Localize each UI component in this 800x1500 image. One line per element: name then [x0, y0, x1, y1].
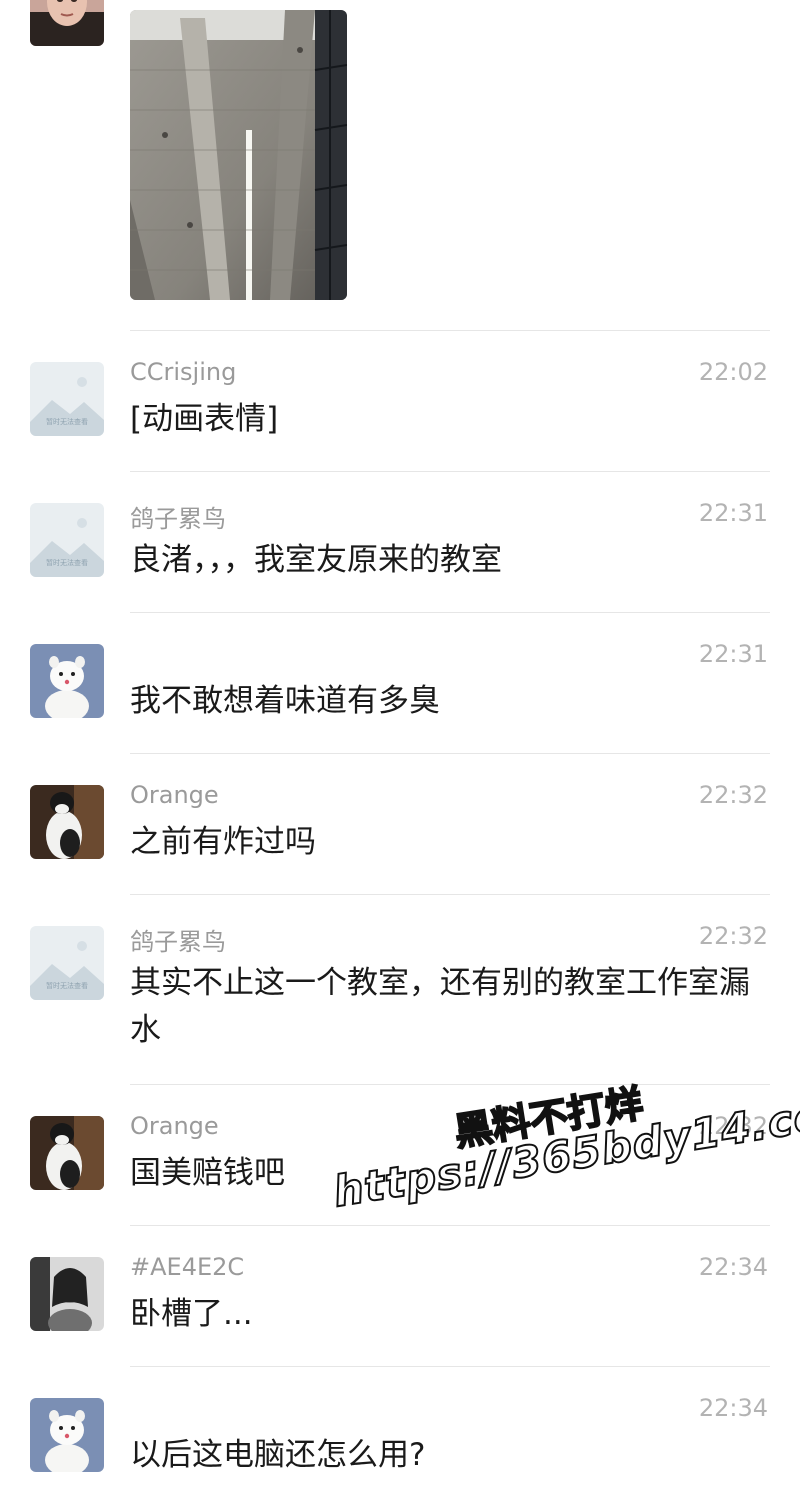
message-text: [动画表情]: [130, 401, 279, 437]
avatar[interactable]: [30, 785, 104, 859]
avatar[interactable]: [30, 1257, 104, 1331]
avatar[interactable]: [30, 1116, 104, 1190]
ceiling-photo[interactable]: [130, 10, 347, 300]
sender-name: 鸽子累鸟: [130, 505, 226, 533]
message-text: 以后这电脑还怎么用?: [130, 1437, 426, 1473]
svg-text:暂时无法查看: 暂时无法查看: [46, 558, 88, 567]
sender-name: #AE4E2C: [130, 1253, 245, 1281]
divider: [130, 1366, 770, 1367]
message-text: 之前有炸过吗: [130, 824, 316, 860]
timestamp: 22:31: [698, 640, 768, 668]
avatar[interactable]: 暂时无法查看: [30, 362, 104, 436]
timestamp: 22:32: [698, 1112, 768, 1140]
sender-name: Orange: [130, 1112, 219, 1140]
timestamp: 22:02: [698, 358, 768, 386]
timestamp: 22:32: [698, 781, 768, 809]
sender-name: Orange: [130, 781, 219, 809]
message-text: 国美赔钱吧: [130, 1155, 285, 1191]
message-text: 其实不止这一个教室，还有别的教室工作室漏水: [130, 965, 750, 1048]
avatar[interactable]: 暂时无法查看: [30, 503, 104, 577]
message-text: 卧槽了...: [130, 1296, 253, 1332]
sender-name: CCrisjing: [130, 358, 237, 386]
divider: [130, 753, 770, 754]
avatar[interactable]: 暂时无法查看: [30, 926, 104, 1000]
divider: [130, 612, 770, 613]
divider: [130, 330, 770, 331]
avatar[interactable]: [30, 644, 104, 718]
timestamp: 22:32: [698, 922, 768, 950]
message-text: 良渚，，，我室友原来的教室: [130, 542, 502, 578]
photo-message: [0, 0, 800, 330]
timestamp: 22:34: [698, 1253, 768, 1281]
sender-name: 鸽子累鸟: [130, 928, 226, 956]
svg-text:暂时无法查看: 暂时无法查看: [46, 981, 88, 990]
divider: [130, 471, 770, 472]
avatar[interactable]: [30, 1398, 104, 1472]
divider: [130, 1084, 770, 1085]
timestamp: 22:31: [698, 499, 768, 527]
svg-text:暂时无法查看: 暂时无法查看: [46, 417, 88, 426]
timestamp: 22:34: [698, 1394, 768, 1422]
avatar[interactable]: [30, 0, 104, 46]
divider: [130, 1225, 770, 1226]
divider: [130, 894, 770, 895]
message-text: 我不敢想着味道有多臭: [130, 683, 440, 719]
